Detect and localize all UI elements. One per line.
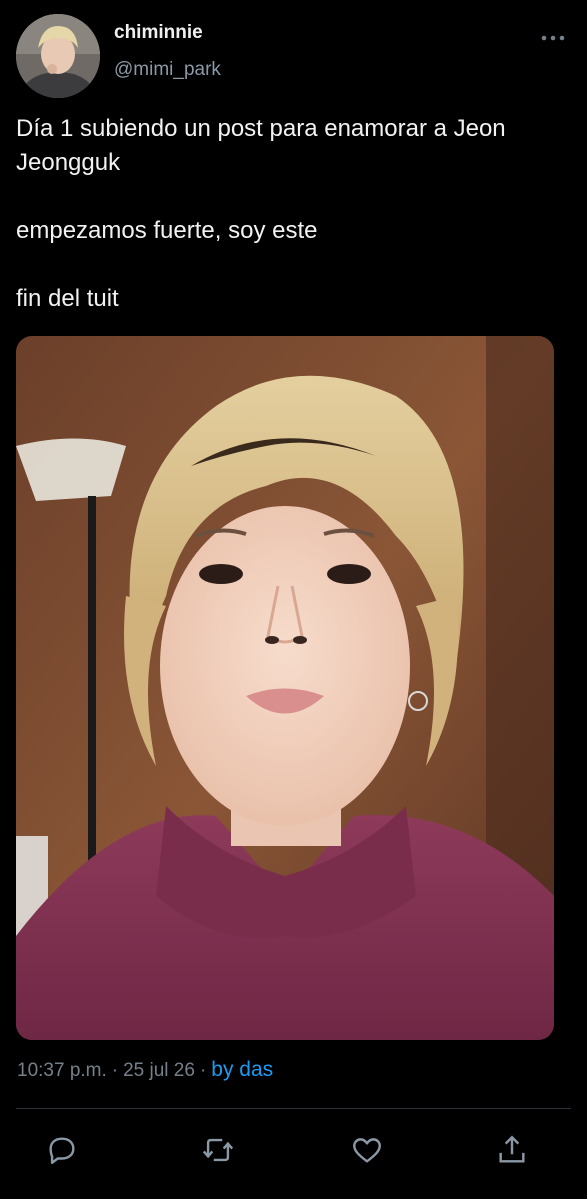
more-options-icon[interactable] [539, 28, 567, 48]
tweet-date: 25 jul 26 [123, 1060, 195, 1081]
meta-separator: · [199, 1060, 207, 1081]
tweet-photo[interactable] [16, 336, 554, 1040]
heart-icon[interactable] [345, 1128, 389, 1172]
user-handle[interactable]: @mimi_park [114, 59, 221, 81]
tweet-header: chiminnie @mimi_park [16, 14, 571, 98]
selfie-photo-image [16, 336, 554, 1040]
avatar[interactable] [16, 14, 100, 98]
reply-icon[interactable] [40, 1128, 84, 1172]
share-icon[interactable] [490, 1128, 534, 1172]
meta-separator: · [111, 1060, 119, 1081]
retweet-icon[interactable] [196, 1128, 240, 1172]
display-name[interactable]: chiminnie [114, 22, 203, 44]
divider [16, 1108, 571, 1109]
tweet-time: 10:37 p.m. [17, 1060, 107, 1081]
tweet-source-link[interactable]: by das [211, 1058, 273, 1081]
tweet-meta: 10:37 p.m. · 25 jul 26 · by das [17, 1058, 273, 1082]
action-bar [40, 1128, 550, 1172]
avatar-image [16, 14, 100, 98]
tweet-text: Día 1 subiendo un post para enamorar a J… [16, 115, 506, 312]
